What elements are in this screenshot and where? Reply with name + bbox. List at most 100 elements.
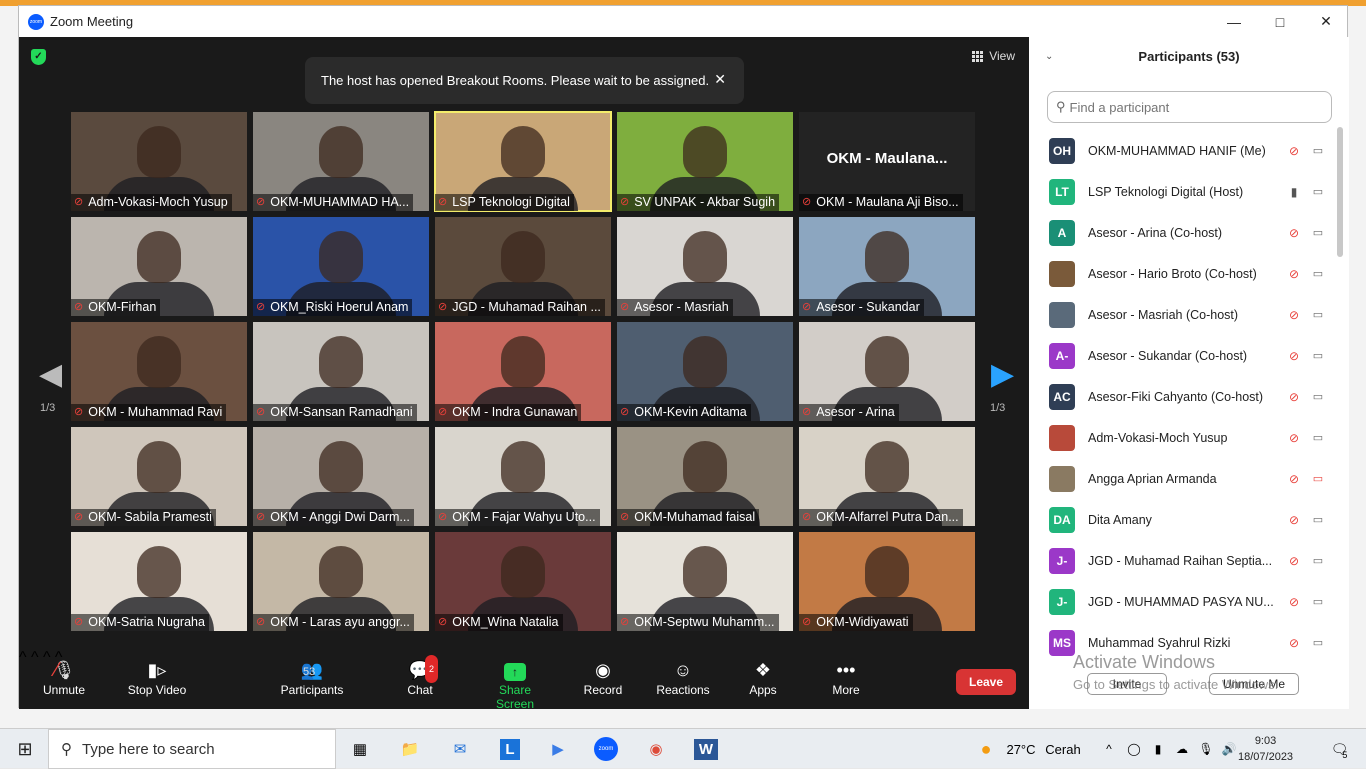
video-tile[interactable]: ⊘ OKM-Satria Nugraha [71, 532, 247, 631]
video-tile[interactable]: ⊘ OKM-MUHAMMAD HA... [253, 112, 429, 211]
previous-page-arrow-icon[interactable]: ◀ [39, 357, 62, 392]
leave-button[interactable]: Leave [956, 669, 1016, 695]
tile-name-bar: ⊘ OKM - Maulana Aji Biso... [799, 194, 963, 211]
chrome-icon[interactable]: ◉ [640, 729, 672, 769]
participant-list: OH OKM-MUHAMMAD HANIF (Me) ⊘ ▭ LT LSP Teknolo… [1049, 130, 1339, 663]
video-options-caret-icon[interactable]: ^ [31, 649, 39, 666]
video-tile[interactable]: ⊘ OKM-Alfarrel Putra Dan... [799, 427, 975, 526]
volume-icon[interactable]: 🔊 [1220, 729, 1238, 769]
unmute-button[interactable]: 🎙 ⁄ Unmute [41, 657, 87, 697]
participant-row[interactable]: A Asesor - Arina (Co-host) ⊘ ▭ [1049, 212, 1339, 253]
video-tile[interactable]: ⊘ Asesor - Sukandar [799, 217, 975, 316]
view-button[interactable]: View [972, 49, 1015, 63]
video-tile[interactable]: ⊘ OKM - Indra Gunawan [435, 322, 611, 421]
battery-icon[interactable]: ▮ [1148, 729, 1168, 769]
avatar: MS [1049, 629, 1075, 656]
reactions-button[interactable]: ☺ Reactions [655, 657, 711, 697]
meet-now-icon[interactable]: ◯ [1124, 729, 1144, 769]
stop-video-button[interactable]: ▮▹ Stop Video [125, 657, 189, 697]
windows-start-icon[interactable]: ⊞ [8, 729, 42, 769]
show-hidden-icons-chevron-icon[interactable]: ^ [1100, 729, 1118, 769]
participants-label: Participants [280, 683, 344, 697]
participant-row[interactable]: OH OKM-MUHAMMAD HANIF (Me) ⊘ ▭ [1049, 130, 1339, 171]
participant-row[interactable]: Asesor - Masriah (Co-host) ⊘ ▭ [1049, 294, 1339, 335]
video-tile[interactable]: ⊘ JGD - Muhamad Raihan ... [435, 217, 611, 316]
video-tile[interactable]: ⊘ OKM-Firhan [71, 217, 247, 316]
participant-face [865, 441, 909, 493]
notification-center-icon[interactable]: 🗨 5 [1322, 729, 1356, 769]
tile-name-bar: ⊘ OKM - Indra Gunawan [435, 404, 582, 421]
video-tile[interactable]: OKM - Maulana... ⊘ OKM - Maulana Aji Biso.… [799, 112, 975, 211]
mic-muted-icon: ⊘ [1288, 225, 1300, 240]
participant-row[interactable]: J- JGD - Muhamad Raihan Septia... ⊘ ▭ [1049, 540, 1339, 581]
video-tile[interactable]: ⊘ SV UNPAK - Akbar Sugih [617, 112, 793, 211]
participant-search[interactable]: ⚲ [1047, 91, 1332, 123]
video-tile[interactable]: ⊘ OKM-Muhamad faisal [617, 427, 793, 526]
tile-name-bar: ⊘ OKM-Septwu Muhamm... [617, 614, 779, 631]
video-tile[interactable]: ⊘ OKM-Sansan Ramadhani [253, 322, 429, 421]
video-tile[interactable]: ⊘ OKM-Widiyawati [799, 532, 975, 631]
video-tile[interactable]: ⊘ OKM - Fajar Wahyu Uto... [435, 427, 611, 526]
participant-row[interactable]: LT LSP Teknologi Digital (Host) ▮ ▭ [1049, 171, 1339, 212]
video-tile[interactable]: ⊘ Asesor - Arina [799, 322, 975, 421]
mic-muted-icon: ⊘ [256, 196, 266, 208]
participant-row[interactable]: AC Asesor-Fiki Cahyanto (Co-host) ⊘ ▭ [1049, 376, 1339, 417]
minimize-button[interactable]: — [1211, 6, 1257, 37]
video-off-icon: ▭ [1312, 145, 1324, 157]
video-off-icon: ▭ [1312, 555, 1324, 567]
windows-taskbar: ⊞ ⚲ Type here to search ▦ 📁 ✉ L ▶ zoom ◉… [0, 728, 1366, 769]
video-tile[interactable]: ⊘ OKM - Laras ayu anggr... [253, 532, 429, 631]
chat-button[interactable]: 💬 2 Chat [405, 655, 439, 697]
tile-name-bar: ⊘ Asesor - Arina [799, 404, 899, 421]
zoom-taskbar-icon[interactable]: zoom [590, 729, 622, 769]
participant-face [683, 546, 727, 598]
participant-row[interactable]: J- JGD - MUHAMMAD PASYA NU... ⊘ ▭ [1049, 581, 1339, 622]
mail-icon[interactable]: ✉ [444, 729, 476, 769]
participant-row[interactable]: DA Dita Amany ⊘ ▭ [1049, 499, 1339, 540]
video-tile[interactable]: ⊘ OKM_Wina Natalia [435, 532, 611, 631]
participant-list-scrollbar[interactable] [1337, 127, 1343, 257]
participant-name: Adm-Vokasi-Moch Yusup [1088, 430, 1228, 445]
task-view-icon[interactable]: ▦ [344, 729, 376, 769]
microphone-icon[interactable]: 🎙 [1196, 729, 1216, 769]
video-tile[interactable]: ⊘ OKM-Kevin Aditama [617, 322, 793, 421]
participants-button[interactable]: 👥 53 Participants [277, 657, 347, 697]
maximize-button[interactable]: □ [1257, 6, 1303, 37]
participant-row[interactable]: Adm-Vokasi-Moch Yusup ⊘ ▭ [1049, 417, 1339, 458]
learning-app-icon[interactable]: L [494, 729, 526, 769]
participant-row[interactable]: Angga Aprian Armanda ⊘ ▭ [1049, 458, 1339, 499]
word-icon[interactable]: W [690, 729, 722, 769]
file-explorer-icon[interactable]: 📁 [394, 729, 426, 769]
audio-options-caret-icon[interactable]: ^ [19, 649, 27, 666]
close-window-button[interactable]: ✕ [1303, 6, 1349, 37]
mic-muted-icon: ⊘ [620, 616, 630, 628]
video-tile[interactable]: ⊘ Asesor - Masriah [617, 217, 793, 316]
network-icon[interactable]: ☁ [1172, 729, 1192, 769]
avatar [1049, 260, 1075, 287]
taskbar-clock[interactable]: 9:03 18/07/2023 [1238, 733, 1293, 765]
mic-muted-icon: ⊘ [1288, 348, 1300, 363]
share-screen-button[interactable]: ↑ Share Screen [479, 657, 551, 711]
video-tile[interactable]: ⊘ OKM_Riski Hoerul Anam [253, 217, 429, 316]
taskbar-search[interactable]: ⚲ Type here to search [48, 729, 336, 769]
next-page-arrow-icon[interactable]: ▶ [991, 357, 1014, 392]
video-tile[interactable]: ⊘ OKM- Sabila Pramesti [71, 427, 247, 526]
video-grid: ⊘ Adm-Vokasi-Moch Yusup ⊘ OKM-MUHAMMAD HA..… [71, 111, 977, 631]
video-tile[interactable]: ⊘ OKM-Septwu Muhamm... [617, 532, 793, 631]
participant-search-input[interactable] [1069, 99, 1310, 115]
close-icon[interactable]: ✕ [714, 71, 726, 88]
participant-row[interactable]: A- Asesor - Sukandar (Co-host) ⊘ ▭ [1049, 335, 1339, 376]
record-button[interactable]: ◉ Record [583, 657, 623, 697]
video-tile[interactable]: ⊘ LSP Teknologi Digital [434, 111, 612, 212]
video-tile[interactable]: ⊘ OKM - Muhammad Ravi [71, 322, 247, 421]
more-button[interactable]: ••• More [829, 657, 863, 697]
video-off-icon: ▭ [1312, 432, 1324, 444]
media-player-icon[interactable]: ▶ [542, 729, 574, 769]
video-tile[interactable]: ⊘ OKM - Anggi Dwi Darm... [253, 427, 429, 526]
window-title: Zoom Meeting [50, 14, 134, 29]
participant-row[interactable]: Asesor - Hario Broto (Co-host) ⊘ ▭ [1049, 253, 1339, 294]
tile-name-bar: ⊘ OKM - Anggi Dwi Darm... [253, 509, 414, 526]
shield-icon[interactable]: ✓ [31, 49, 46, 65]
apps-button[interactable]: ❖ Apps [747, 657, 779, 697]
video-tile[interactable]: ⊘ Adm-Vokasi-Moch Yusup [71, 112, 247, 211]
